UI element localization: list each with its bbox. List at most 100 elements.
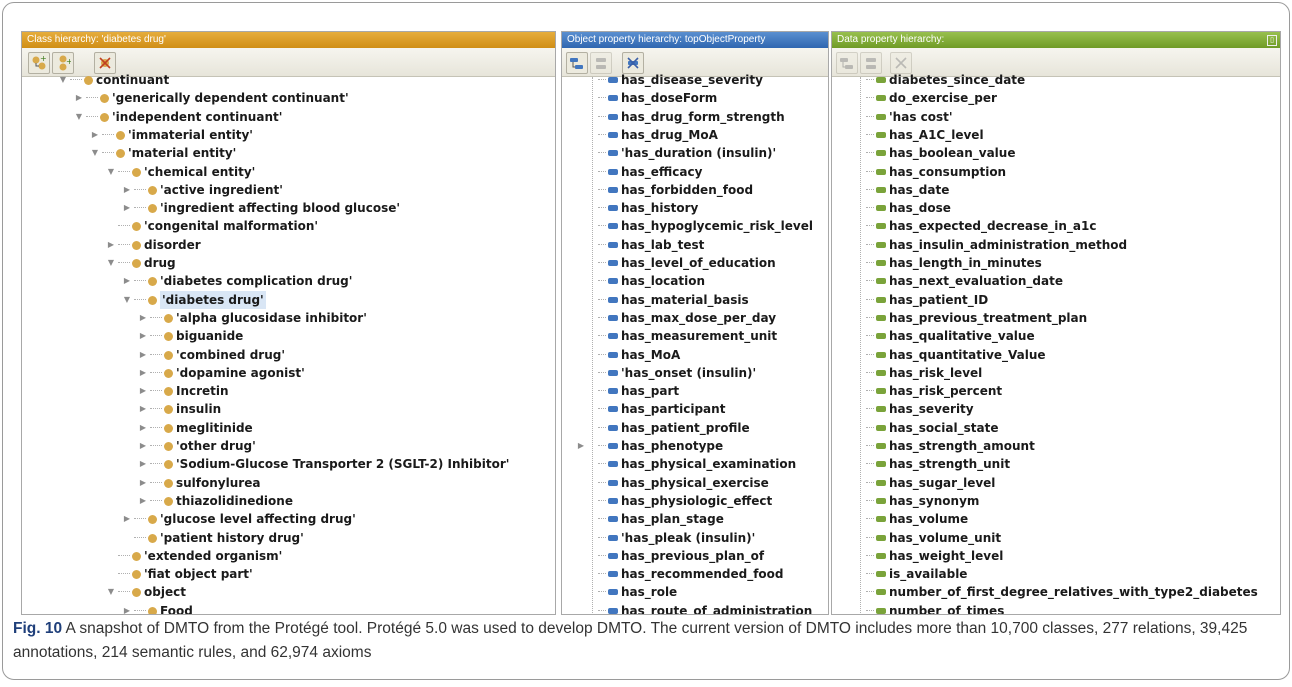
class-tree-node[interactable]: 'fiat object part'	[118, 565, 253, 583]
class-tree-node[interactable]: ▶ biguanide	[140, 327, 243, 345]
class-tree-node[interactable]: ▶ 'other drug'	[140, 437, 256, 455]
class-tree-node[interactable]: ▼ 'independent continuant'	[76, 108, 282, 126]
object-property-node[interactable]: 'has_onset (insulin)'	[598, 364, 756, 382]
class-tree-node[interactable]: ▶ 'alpha glucosidase inhibitor'	[140, 309, 367, 327]
expand-arrow-icon[interactable]: ▶	[122, 203, 132, 213]
class-tree-node[interactable]: ▼ 'chemical entity'	[108, 163, 255, 181]
expand-arrow-icon[interactable]: ▶	[138, 350, 148, 360]
class-tree-node[interactable]: ▶ 'ingredient affecting blood glucose'	[124, 199, 400, 217]
class-tree-node[interactable]: ▼ 'diabetes drug'	[124, 290, 266, 309]
object-property-node[interactable]: has_material_basis	[598, 291, 749, 309]
expand-arrow-icon[interactable]: ▶	[138, 404, 148, 414]
data-property-node[interactable]: has_strength_amount	[866, 437, 1035, 455]
data-property-node[interactable]: number_of_first_degree_relatives_with_ty…	[866, 583, 1258, 601]
data-property-node[interactable]: 'has cost'	[866, 108, 953, 126]
object-property-node[interactable]: has_physiologic_effect	[598, 492, 772, 510]
expand-arrow-icon[interactable]: ▶	[138, 368, 148, 378]
collapse-arrow-icon[interactable]: ▼	[122, 295, 132, 305]
class-tree-node[interactable]: ▶ 'glucose level affecting drug'	[124, 510, 356, 528]
expand-arrow-icon[interactable]: ▶	[90, 130, 100, 140]
expand-arrow-icon[interactable]: ▶	[138, 331, 148, 341]
class-tree-node[interactable]: ▶ 'Sodium-Glucose Transporter 2 (SGLT-2) …	[140, 455, 510, 473]
expand-arrow-icon[interactable]: ▶	[138, 459, 148, 469]
expand-arrow-icon[interactable]: ▶	[576, 441, 586, 451]
data-property-node[interactable]: has_volume_unit	[866, 529, 1001, 547]
data-property-node[interactable]: number_of_times	[866, 602, 1004, 614]
class-tree-node[interactable]: ▶ disorder	[108, 236, 201, 254]
class-tree-node[interactable]: ▶ thiazolidinedione	[140, 492, 293, 510]
class-tree-node[interactable]: ▶ meglitinide	[140, 419, 253, 437]
object-property-node[interactable]: has_disease_severity	[598, 71, 763, 89]
data-property-node[interactable]: has_patient_ID	[866, 291, 988, 309]
object-property-node[interactable]: has_part	[598, 382, 679, 400]
data-property-node[interactable]: has_previous_treatment_plan	[866, 309, 1087, 327]
expand-arrow-icon[interactable]: ▶	[122, 276, 132, 286]
collapse-arrow-icon[interactable]: ▼	[106, 258, 116, 268]
expand-arrow-icon[interactable]: ▶	[138, 313, 148, 323]
collapse-arrow-icon[interactable]: ▼	[74, 112, 84, 122]
object-property-node[interactable]: has_hypoglycemic_risk_level	[598, 217, 813, 235]
class-tree-node[interactable]: ▶ 'combined drug'	[140, 346, 285, 364]
class-tree-node[interactable]: 'extended organism'	[118, 547, 282, 565]
object-property-node[interactable]: has_previous_plan_of	[598, 547, 764, 565]
object-property-node[interactable]: has_level_of_education	[598, 254, 776, 272]
data-property-node[interactable]: has_length_in_minutes	[866, 254, 1042, 272]
collapse-arrow-icon[interactable]: ▼	[90, 148, 100, 158]
expand-arrow-icon[interactable]: ▶	[138, 496, 148, 506]
object-property-node[interactable]: has_physical_examination	[598, 455, 796, 473]
data-property-node[interactable]: diabetes_since_date	[866, 71, 1025, 89]
object-property-node[interactable]: has_role	[598, 583, 677, 601]
class-tree-node[interactable]: ▶ 'active ingredient'	[124, 181, 283, 199]
class-tree-node[interactable]: 'patient history drug'	[134, 529, 304, 547]
data-property-node[interactable]: has_social_state	[866, 419, 998, 437]
data-property-node[interactable]: has_quantitative_Value	[866, 346, 1046, 364]
data-property-node[interactable]: has_A1C_level	[866, 126, 984, 144]
object-property-node[interactable]: has_drug_form_strength	[598, 108, 785, 126]
object-property-node[interactable]: has_plan_stage	[598, 510, 724, 528]
add-sub-data-property-button[interactable]	[836, 52, 858, 74]
class-tree-node[interactable]: 'congenital malformation'	[118, 217, 318, 235]
class-tree-node[interactable]: ▶ sulfonylurea	[140, 474, 261, 492]
add-sub-object-property-button[interactable]	[566, 52, 588, 74]
class-tree-node[interactable]: ▼ continuant	[60, 71, 169, 89]
expand-arrow-icon[interactable]: ▶	[138, 423, 148, 433]
data-property-node[interactable]: has_risk_level	[866, 364, 982, 382]
object-property-node[interactable]: has_forbidden_food	[598, 181, 753, 199]
data-property-node[interactable]: has_volume	[866, 510, 968, 528]
data-property-node[interactable]: has_severity	[866, 400, 974, 418]
class-tree-node[interactable]: ▶ Incretin	[140, 382, 229, 400]
data-property-node[interactable]: has_boolean_value	[866, 144, 1015, 162]
expand-arrow-icon[interactable]: ▶	[122, 606, 132, 614]
collapse-arrow-icon[interactable]: ▼	[106, 167, 116, 177]
object-property-node[interactable]: has_route_of_administration	[598, 602, 812, 614]
object-property-node[interactable]: has_physical_exercise	[598, 474, 769, 492]
object-property-node[interactable]: has_efficacy	[598, 163, 702, 181]
data-property-node[interactable]: has_synonym	[866, 492, 979, 510]
add-subclass-button[interactable]: +	[28, 52, 50, 74]
class-tree-node[interactable]: ▼ object	[108, 583, 186, 601]
data-property-node[interactable]: has_consumption	[866, 163, 1006, 181]
data-property-node[interactable]: has_qualitative_value	[866, 327, 1035, 345]
class-tree-node[interactable]: ▶ 'generically dependent continuant'	[76, 89, 349, 107]
data-property-node[interactable]: has_sugar_level	[866, 474, 995, 492]
data-property-node[interactable]: has_weight_level	[866, 547, 1003, 565]
object-property-node[interactable]: 'has_duration (insulin)'	[598, 144, 776, 162]
class-tree-node[interactable]: ▼ 'material entity'	[92, 144, 236, 162]
object-property-node[interactable]: has_measurement_unit	[598, 327, 777, 345]
object-property-node[interactable]: has_history	[598, 199, 698, 217]
object-property-node[interactable]: has_patient_profile	[598, 419, 750, 437]
data-property-node[interactable]: has_date	[866, 181, 949, 199]
data-property-node[interactable]: has_expected_decrease_in_a1c	[866, 217, 1096, 235]
class-tree-node[interactable]: ▶ insulin	[140, 400, 221, 418]
object-property-node[interactable]: has_MoA	[598, 346, 680, 364]
data-property-node[interactable]: has_next_evaluation_date	[866, 272, 1063, 290]
class-tree-node[interactable]: ▶ 'diabetes complication drug'	[124, 272, 353, 290]
expand-arrow-icon[interactable]: ▶	[74, 93, 84, 103]
expand-arrow-icon[interactable]: ▶	[122, 514, 132, 524]
object-property-node[interactable]: ▶ has_phenotype	[578, 437, 723, 455]
object-property-node[interactable]: has_max_dose_per_day	[598, 309, 776, 327]
object-property-node[interactable]: has_location	[598, 272, 705, 290]
class-tree-node[interactable]: ▶ 'dopamine agonist'	[140, 364, 305, 382]
object-property-node[interactable]: has_lab_test	[598, 236, 704, 254]
object-property-node[interactable]: 'has_pleak (insulin)'	[598, 529, 755, 547]
